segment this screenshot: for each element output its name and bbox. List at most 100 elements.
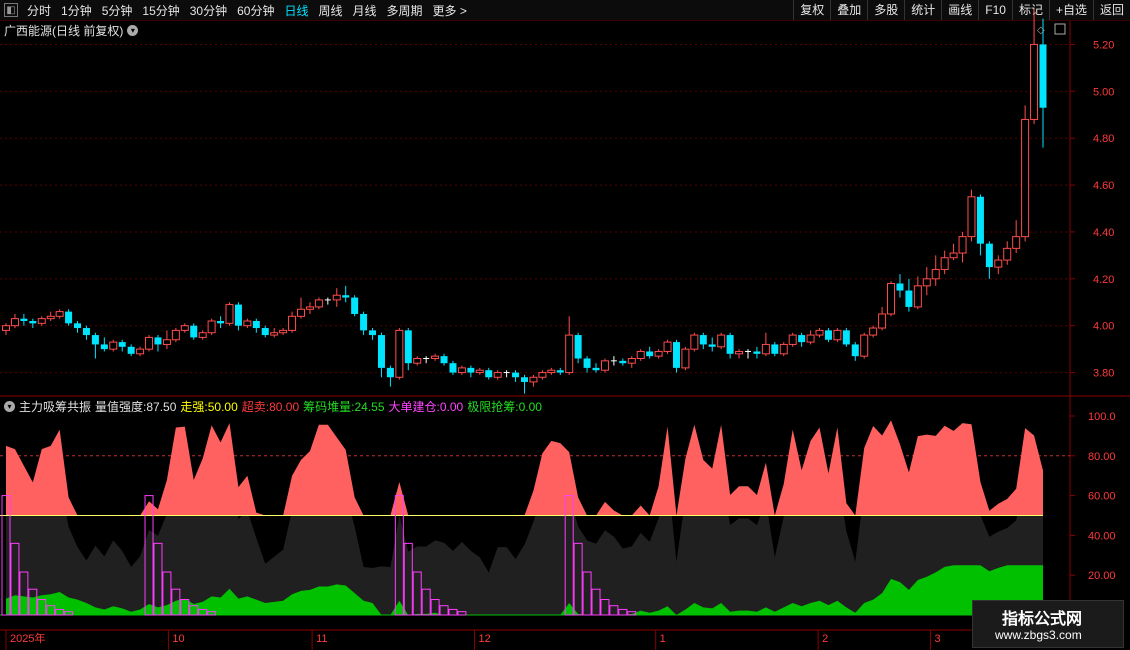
candle-body-down: [512, 372, 520, 378]
candle-body-up: [225, 304, 234, 324]
candle: [118, 339, 126, 352]
candle: [788, 332, 797, 347]
candle: [708, 337, 716, 352]
candle-body-up: [1003, 247, 1012, 261]
candle-body-down: [583, 358, 591, 368]
price-tick-label: 4.20: [1093, 274, 1114, 286]
candle: [154, 335, 162, 352]
candle: [681, 346, 690, 371]
indicator-header: ▾ 主力吸筹共振 量值强度:87.50 走强:50.00 超卖:80.00 筹码…: [2, 398, 546, 415]
candle-body-down: [342, 295, 350, 298]
candle-body-down: [976, 196, 984, 244]
candle: [556, 367, 564, 375]
candle-body-down: [771, 344, 779, 354]
candle-body-down: [118, 342, 126, 347]
candle-body-up: [2, 325, 10, 331]
candle: [404, 328, 412, 371]
candle: [136, 346, 145, 357]
candle-body-up: [198, 332, 207, 338]
indicator-axis: 100.0 80.00 60.00 40.00 20.00: [1070, 411, 1116, 582]
candle: [65, 309, 73, 326]
candle-body-up: [529, 376, 538, 383]
candle: [949, 243, 958, 261]
candle: [806, 330, 815, 345]
candle: [842, 328, 850, 347]
candle-body-up: [109, 341, 118, 350]
indicator-chevron-icon[interactable]: ▾: [4, 401, 15, 412]
candle-body-down: [217, 321, 225, 324]
candle-body-down: [261, 328, 269, 336]
candle: [896, 274, 904, 298]
candle-body-up: [493, 372, 502, 378]
diamond-icon[interactable]: ◇: [1037, 25, 1045, 36]
candle-body-down: [467, 367, 475, 373]
candle: [913, 276, 922, 310]
candle: [690, 332, 699, 352]
indicator-tick-label: 60.00: [1088, 491, 1116, 503]
time-tick-label: 10: [172, 633, 184, 645]
candle-body-up: [10, 318, 19, 327]
candle-body-down: [377, 335, 385, 368]
candle: [636, 349, 645, 361]
candle-body-down: [190, 325, 198, 338]
candle-body-up: [171, 329, 180, 341]
candle: [485, 367, 493, 380]
time-tick-label: 1: [660, 633, 666, 645]
indicator-item-5: 极限抢筹:0.00: [467, 400, 542, 414]
candle: [467, 365, 475, 378]
strength-area: [6, 420, 1043, 516]
candle: [646, 346, 654, 359]
candle-body-up: [681, 348, 690, 369]
candle-body-up: [931, 268, 940, 280]
candle-body-down: [252, 321, 260, 329]
candle: [342, 285, 350, 303]
candle-body-down: [726, 335, 734, 354]
candle-body-up: [565, 334, 574, 374]
kline-chart-canvas[interactable]: 5.20 5.00 4.80 4.60 4.40 4.20 4.00 3.80 100.0 80…: [0, 0, 1130, 650]
candle: [717, 332, 726, 350]
candle: [610, 356, 617, 366]
candle-body-down: [449, 363, 457, 373]
candle-body-down: [985, 243, 993, 268]
candle: [726, 332, 734, 359]
candle-body-up: [332, 294, 341, 301]
candle: [1003, 241, 1012, 265]
candle-body-up: [279, 329, 288, 334]
candle: [1012, 220, 1021, 254]
candle: [538, 370, 547, 380]
price-tick-label: 4.80: [1093, 133, 1114, 145]
price-axis: 5.20 5.00 4.80 4.60 4.40 4.20 4.00 3.80: [1070, 39, 1114, 380]
candle: [288, 311, 297, 333]
candle-body-down: [29, 321, 37, 324]
candle: [833, 328, 842, 343]
window-toggle-icon[interactable]: [1054, 23, 1066, 35]
candle-body-up: [1030, 43, 1039, 120]
candle-body-up: [305, 306, 314, 310]
candle: [10, 313, 19, 329]
candle: [798, 332, 806, 347]
candle-body-up: [600, 360, 609, 371]
candle: [386, 365, 394, 387]
candle-body-up: [475, 369, 484, 374]
candle-body-down: [753, 351, 761, 354]
indicator-tick-label: 80.00: [1088, 451, 1116, 463]
candle: [180, 323, 189, 333]
indicator-item-0: 量值强度:87.50: [95, 400, 177, 414]
time-tick-label: 11: [316, 633, 327, 645]
price-tick-label: 4.40: [1093, 227, 1114, 239]
candle: [699, 332, 707, 350]
candle-body-down: [485, 370, 493, 378]
indicator-item-1: 走强:50.00: [180, 400, 238, 414]
candle-body-up: [1021, 118, 1030, 238]
indicator-name: 主力吸筹共振: [19, 400, 92, 414]
candle: [592, 363, 600, 373]
time-axis: 2025年 10 11 12 1 2 3: [5, 630, 941, 650]
candle-body-down: [360, 313, 368, 331]
candle-body-up: [717, 334, 726, 348]
candle: [753, 346, 761, 359]
candle-body-down: [798, 335, 806, 343]
candle: [583, 356, 591, 373]
candle: [360, 311, 368, 336]
candle: [2, 323, 10, 336]
candle-body-down: [386, 367, 394, 378]
